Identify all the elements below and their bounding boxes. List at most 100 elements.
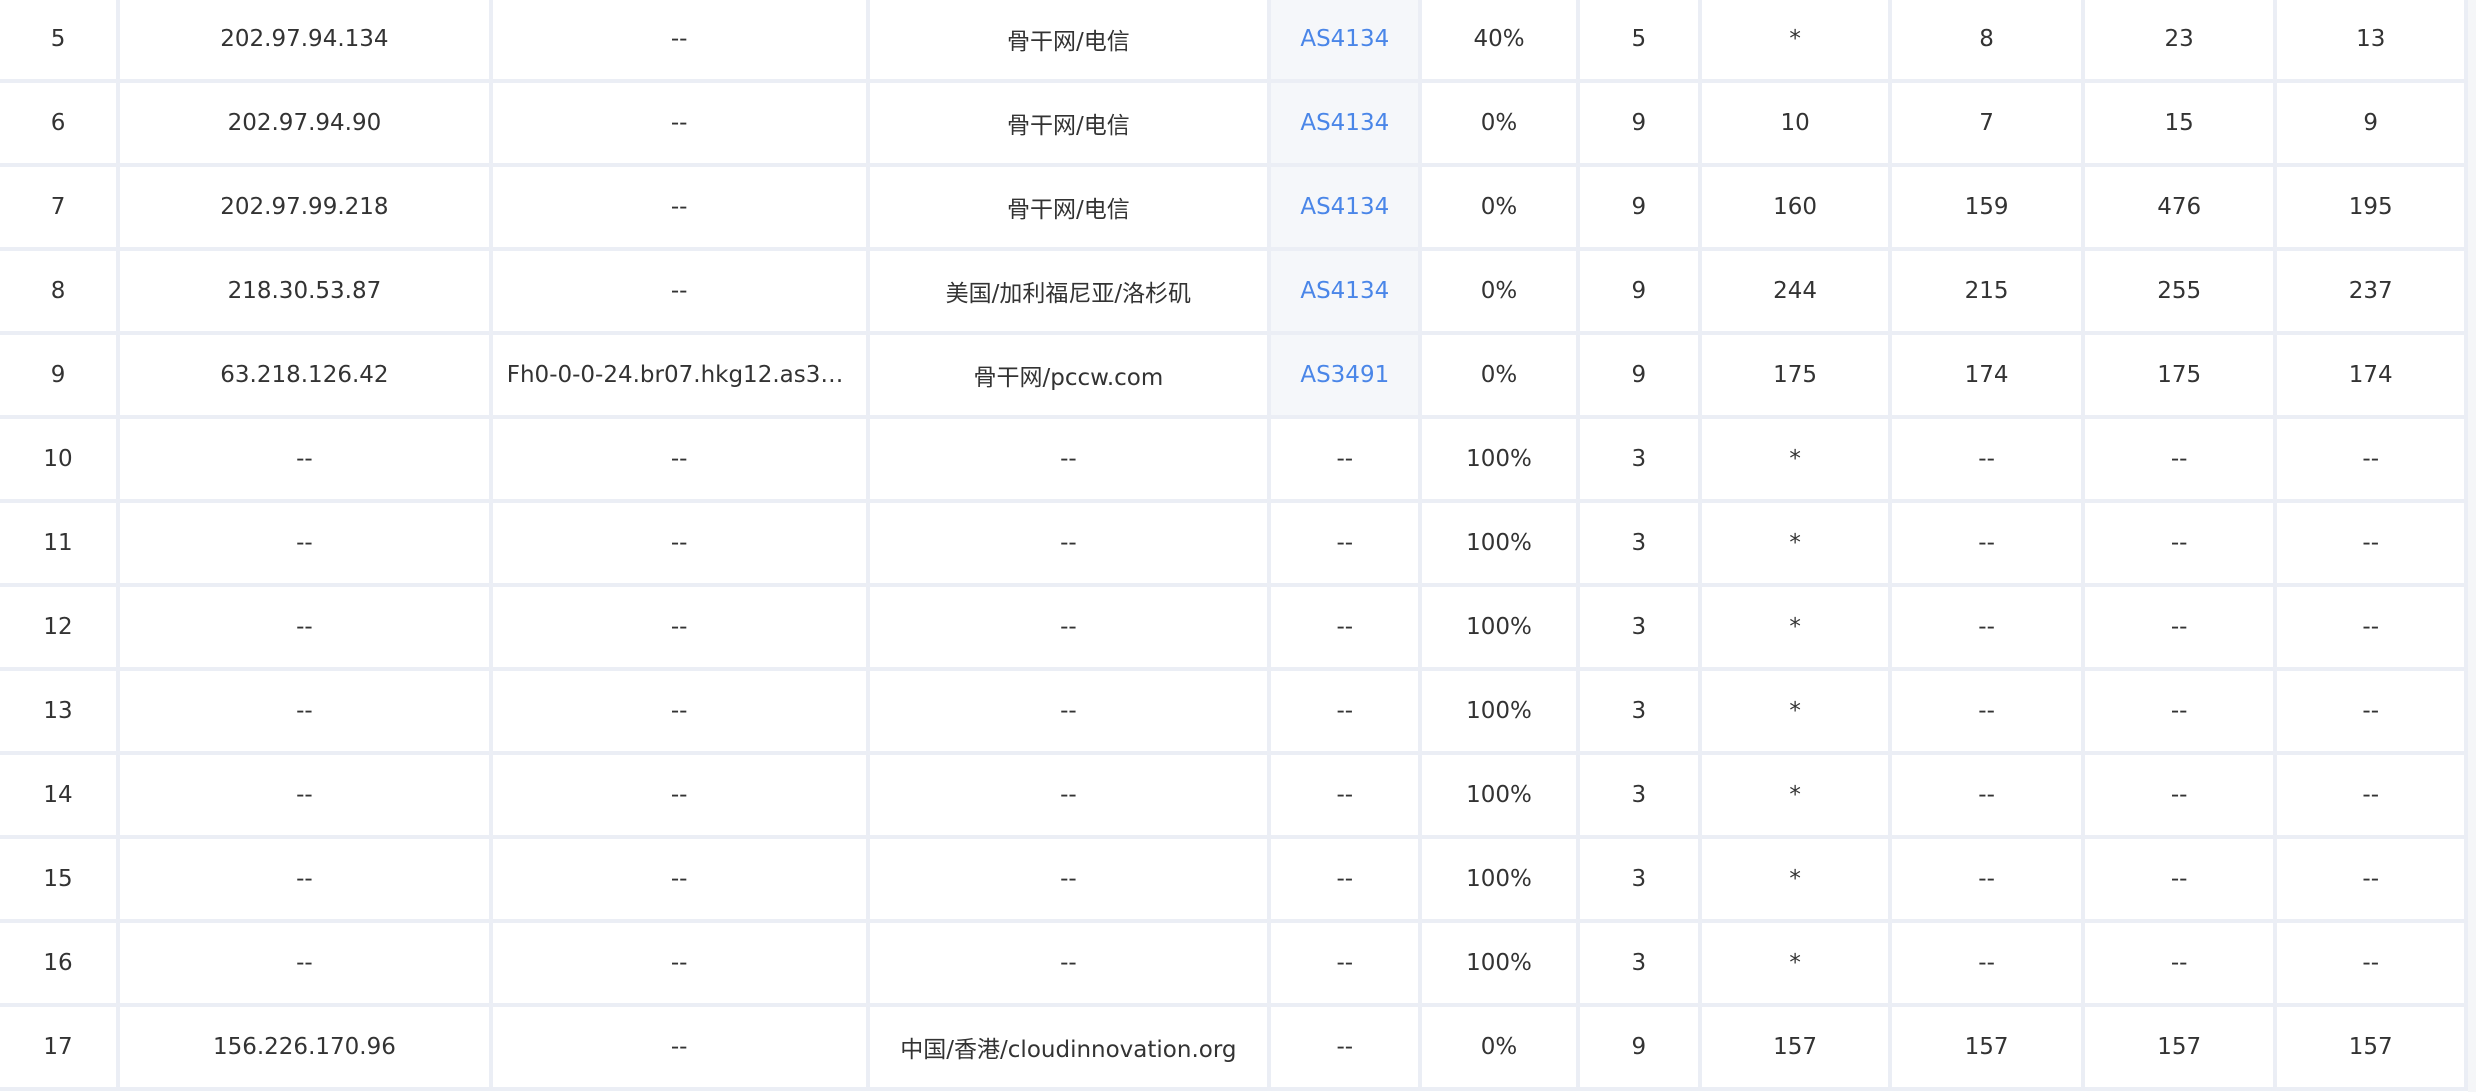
latency-last: * (1789, 698, 1801, 724)
avg-cell: -- (1892, 923, 2085, 1007)
location-cell: -- (869, 923, 1272, 1007)
latency-avg: -- (1978, 950, 1995, 976)
latency-best: 15 (2164, 110, 2194, 136)
location: -- (1060, 866, 1077, 892)
hop-number: 13 (43, 698, 73, 724)
ip-cell: -- (120, 671, 493, 755)
latency-best: 175 (2157, 362, 2202, 388)
latency-avg: -- (1978, 866, 1995, 892)
avg-cell: 215 (1892, 251, 2085, 335)
loss-cell: 100% (1422, 419, 1580, 503)
hostname: -- (670, 1034, 688, 1060)
packets-sent: 3 (1631, 782, 1647, 808)
latency-best: -- (2170, 614, 2188, 640)
ip-address: 156.226.170.96 (212, 1034, 396, 1060)
ip-address: -- (296, 446, 313, 472)
worst-cell: -- (2277, 671, 2468, 755)
packet-loss: 100% (1466, 446, 1532, 472)
last-cell: * (1701, 419, 1893, 503)
hop-number-cell: 8 (0, 251, 121, 335)
hop-number-cell: 10 (0, 419, 121, 503)
packet-loss: 0% (1480, 1034, 1518, 1060)
table-row: 15 -- -- -- -- 100% 3 * -- -- -- (0, 839, 2468, 923)
hostname-cell: Fh0-0-0-24.br07.hkg12.as34… (492, 335, 870, 419)
latency-best: -- (2170, 698, 2188, 724)
ip-cell: 202.97.99.218 (120, 167, 493, 251)
packet-loss: 40% (1473, 26, 1525, 52)
packet-loss: 100% (1466, 614, 1532, 640)
hostname-cell: -- (492, 587, 870, 671)
sent-cell: 3 (1579, 923, 1702, 1007)
avg-cell: -- (1892, 755, 2085, 839)
avg-cell: 8 (1892, 0, 2085, 83)
ip-address: 63.218.126.42 (220, 362, 389, 388)
location: 骨干网/电信 (1007, 29, 1130, 55)
last-cell: * (1701, 0, 1893, 83)
packets-sent: 9 (1631, 194, 1647, 220)
asn-link[interactable]: AS4134 (1300, 110, 1389, 136)
sent-cell: 9 (1579, 167, 1702, 251)
asn-link[interactable]: AS4134 (1300, 26, 1389, 52)
latency-worst: 195 (2348, 194, 2393, 220)
last-cell: * (1701, 839, 1893, 923)
loss-cell: 40% (1422, 0, 1580, 83)
scrollbar-track[interactable] (2468, 0, 2476, 1092)
asn-link[interactable]: AS4134 (1300, 278, 1389, 304)
latency-avg: 7 (1979, 110, 1994, 136)
avg-cell: -- (1892, 671, 2085, 755)
location: -- (1060, 698, 1077, 724)
asn-link[interactable]: AS3491 (1300, 362, 1389, 388)
worst-cell: 237 (2277, 251, 2468, 335)
worst-cell: 195 (2277, 167, 2468, 251)
best-cell: 175 (2084, 335, 2278, 419)
hop-number-cell: 7 (0, 167, 121, 251)
latency-best: 23 (2164, 26, 2194, 52)
asn-cell: -- (1271, 503, 1423, 587)
asn: -- (1336, 698, 1354, 724)
latency-last: * (1789, 26, 1801, 52)
ip-address: 202.97.94.134 (220, 26, 389, 52)
hop-number: 10 (43, 446, 73, 472)
hop-number: 17 (43, 1034, 73, 1060)
hop-number: 9 (50, 362, 66, 388)
ip-cell: 63.218.126.42 (120, 335, 493, 419)
packet-loss: 100% (1466, 866, 1532, 892)
worst-cell: 13 (2277, 0, 2468, 83)
hostname: -- (670, 866, 688, 892)
table-row: 12 -- -- -- -- 100% 3 * -- -- -- (0, 587, 2468, 671)
hostname-cell: -- (492, 839, 870, 923)
location: -- (1060, 614, 1077, 640)
avg-cell: -- (1892, 587, 2085, 671)
packets-sent: 9 (1631, 278, 1647, 304)
hop-number-cell: 6 (0, 83, 121, 167)
hostname: Fh0-0-0-24.br07.hkg12.as34… (506, 362, 858, 388)
avg-cell: 159 (1892, 167, 2085, 251)
sent-cell: 3 (1579, 839, 1702, 923)
hostname: -- (670, 698, 688, 724)
location-cell: -- (869, 755, 1272, 839)
last-cell: 175 (1701, 335, 1893, 419)
hostname-cell: -- (492, 923, 870, 1007)
ip-address: -- (296, 530, 313, 556)
latency-worst: -- (2362, 782, 2380, 808)
latency-last: 10 (1780, 110, 1810, 136)
hop-number: 11 (43, 530, 73, 556)
packet-loss: 0% (1480, 110, 1518, 136)
asn: -- (1336, 782, 1354, 808)
table-row: 10 -- -- -- -- 100% 3 * -- -- -- (0, 419, 2468, 503)
packets-sent: 5 (1631, 26, 1647, 52)
packets-sent: 3 (1631, 950, 1647, 976)
packet-loss: 100% (1466, 530, 1532, 556)
table-row: 13 -- -- -- -- 100% 3 * -- -- -- (0, 671, 2468, 755)
asn-link[interactable]: AS4134 (1300, 194, 1389, 220)
location: 骨干网/电信 (1007, 113, 1130, 139)
hop-number: 6 (50, 110, 66, 136)
ip-cell: 156.226.170.96 (120, 1007, 493, 1091)
best-cell: 15 (2084, 83, 2278, 167)
hostname-cell: -- (492, 755, 870, 839)
ip-cell: 202.97.94.134 (120, 0, 493, 83)
hostname-cell: -- (492, 1007, 870, 1091)
location: 美国/加利福尼亚/洛杉矶 (945, 281, 1192, 307)
location: 中国/香港/cloudinnovation.org (900, 1037, 1237, 1063)
table-row: 16 -- -- -- -- 100% 3 * -- -- -- (0, 923, 2468, 1007)
